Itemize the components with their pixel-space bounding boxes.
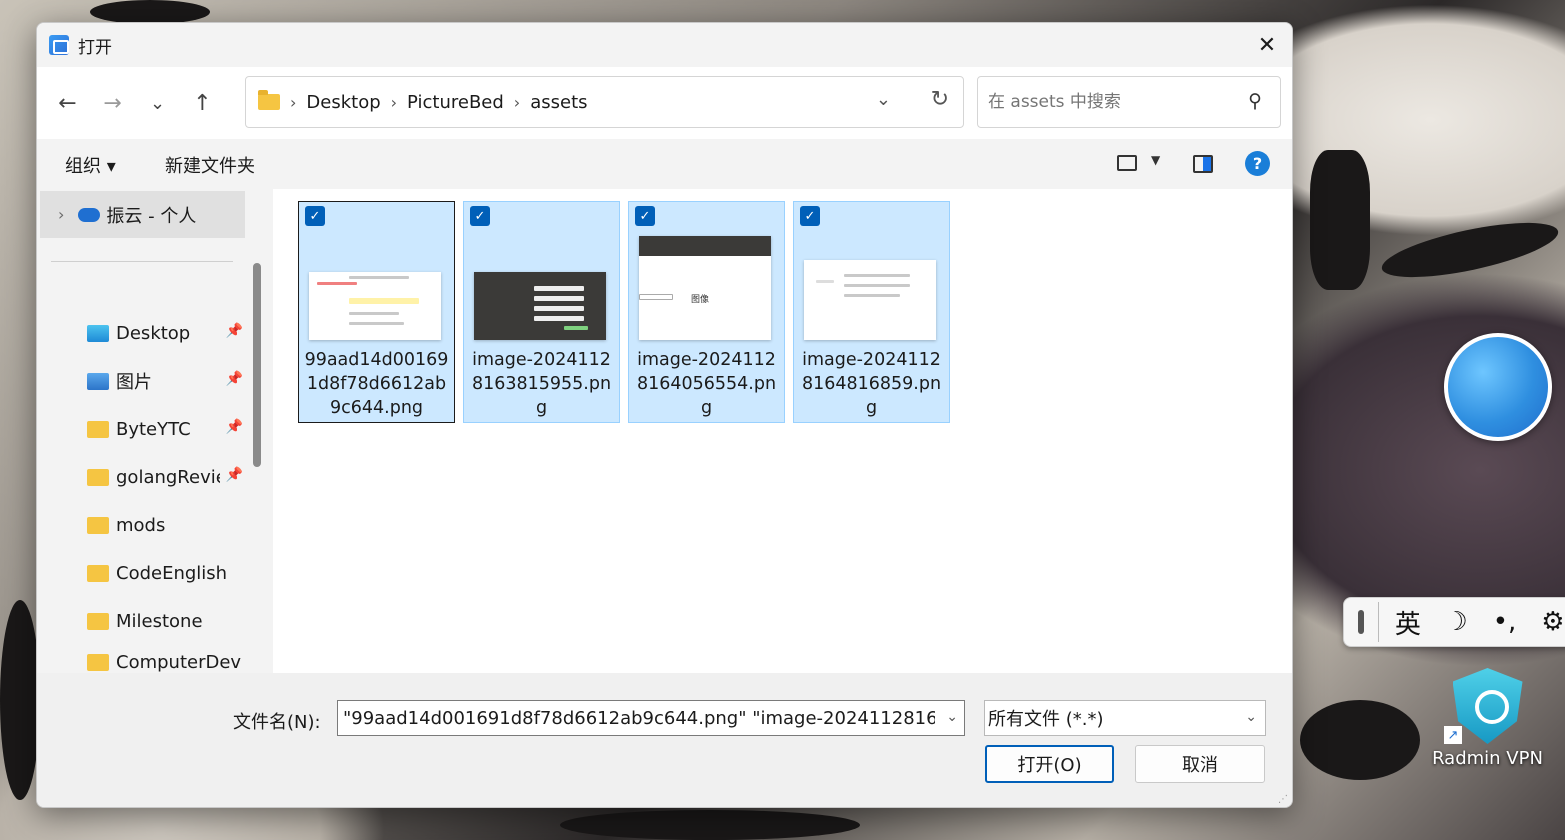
radmin-vpn-icon — [1452, 668, 1523, 744]
breadcrumb-assets[interactable]: assets — [530, 92, 587, 113]
breadcrumb-desktop[interactable]: Desktop — [306, 92, 380, 113]
folder-icon — [87, 612, 109, 630]
resize-grip-icon[interactable]: ⋰ — [1278, 794, 1288, 805]
search-box[interactable]: ⚲ — [977, 76, 1281, 128]
filename-combobox[interactable]: ⌄ — [337, 700, 965, 736]
file-list: ✓ 99aad14d001691d8f78d6612ab9c644.png ✓ … — [273, 189, 1292, 673]
search-icon[interactable]: ⚲ — [1248, 90, 1262, 112]
refresh-icon[interactable]: ↻ — [931, 87, 949, 112]
ime-punctuation-icon[interactable]: •, — [1485, 607, 1523, 637]
sidebar-item-codeenglish[interactable]: CodeEnglish — [87, 555, 247, 591]
navigation-row: ← → ⌄ ↑ › Desktop › PictureBed › assets … — [37, 67, 1292, 139]
chevron-down-icon[interactable]: ⌄ — [876, 89, 891, 110]
shortcut-arrow-icon: ↗ — [1444, 726, 1462, 744]
up-button[interactable]: ↑ — [180, 81, 225, 125]
radmin-vpn-shortcut[interactable]: ↗ Radmin VPN — [1430, 668, 1545, 769]
sidebar-divider — [51, 261, 233, 262]
app-icon — [49, 35, 69, 55]
image-thumbnail — [804, 260, 936, 340]
folder-icon — [87, 653, 109, 671]
thumbnail-caption: 图像 — [691, 295, 710, 305]
checkbox-checked-icon[interactable]: ✓ — [305, 206, 325, 226]
open-button[interactable]: 打开(O) — [985, 745, 1114, 783]
breadcrumb-picturebed[interactable]: PictureBed — [407, 92, 504, 113]
new-folder-button[interactable]: 新建文件夹 — [165, 152, 255, 178]
ime-drag-handle[interactable] — [1358, 610, 1364, 634]
pin-icon: 📌 — [225, 467, 243, 483]
checkbox-checked-icon[interactable]: ✓ — [635, 206, 655, 226]
file-tile[interactable]: ✓ image-20241128164816859.png — [793, 201, 950, 423]
search-input[interactable] — [988, 92, 1228, 112]
ime-language-toggle[interactable]: 英 — [1389, 604, 1427, 641]
title-bar: 打开 ✕ — [37, 23, 1292, 67]
file-tile[interactable]: ✓ 图像 image-20241128164056554.png — [628, 201, 785, 423]
file-tile[interactable]: ✓ image-20241128163815955.png — [463, 201, 620, 423]
chevron-down-icon[interactable]: ⌄ — [1245, 709, 1257, 725]
sidebar-item-onedrive[interactable]: › 振云 - 个人 — [40, 191, 245, 238]
file-name: image-20241128163815955.png — [471, 350, 612, 418]
sidebar-item-computerdevelopment[interactable]: ComputerDevelopment — [87, 651, 247, 673]
sidebar-item-mods[interactable]: mods — [87, 507, 247, 543]
desktop-folder-icon — [87, 324, 109, 342]
ime-settings-icon[interactable]: ⚙ — [1534, 607, 1565, 637]
back-button[interactable]: ← — [45, 81, 90, 125]
folder-icon — [87, 420, 109, 438]
dialog-footer: 文件名(N): ⌄ 所有文件 (*.*) ⌄ 打开(O) 取消 ⋰ — [37, 673, 1292, 807]
ime-moon-icon[interactable]: ☽ — [1437, 607, 1475, 637]
sidebar-item-milestone[interactable]: Milestone — [87, 603, 247, 639]
file-name: 99aad14d001691d8f78d6612ab9c644.png — [304, 350, 449, 418]
file-name: image-20241128164816859.png — [801, 350, 942, 418]
forward-button[interactable]: → — [90, 81, 135, 125]
view-dropdown-icon[interactable]: ▼ — [1151, 153, 1160, 167]
file-name: image-20241128164056554.png — [636, 350, 777, 418]
pin-icon: 📌 — [225, 323, 243, 339]
folder-icon — [87, 564, 109, 582]
filename-input[interactable] — [343, 707, 935, 729]
image-thumbnail — [309, 272, 441, 340]
recent-locations-button[interactable]: ⌄ — [135, 81, 180, 125]
chevron-down-icon[interactable]: ⌄ — [946, 709, 958, 725]
onedrive-cloud-icon — [78, 207, 101, 222]
view-mode-icon[interactable] — [1117, 155, 1137, 171]
pin-icon: 📌 — [225, 371, 243, 387]
preview-pane-icon[interactable] — [1193, 155, 1213, 173]
checkbox-checked-icon[interactable]: ✓ — [800, 206, 820, 226]
folder-icon — [258, 90, 280, 110]
pin-icon: 📌 — [225, 419, 243, 435]
dialog-title: 打开 — [78, 37, 112, 58]
sidebar-item-byteytc[interactable]: ByteYTC 📌 — [87, 411, 247, 447]
sidebar-scrollbar[interactable] — [253, 263, 261, 467]
image-thumbnail — [474, 272, 606, 340]
chevron-right-icon[interactable]: › — [58, 205, 64, 224]
folder-icon — [87, 516, 109, 534]
folder-icon — [87, 468, 109, 486]
pictures-folder-icon — [87, 372, 109, 390]
floating-ball-icon[interactable] — [1444, 333, 1552, 441]
close-button[interactable]: ✕ — [1242, 23, 1292, 67]
radmin-vpn-label: Radmin VPN — [1432, 748, 1543, 769]
file-type-select[interactable]: 所有文件 (*.*) ⌄ — [984, 700, 1266, 736]
navigation-pane: › 振云 - 个人 Desktop 📌 图片 📌 ByteYTC 📌 golan… — [37, 189, 273, 673]
help-icon[interactable]: ? — [1245, 151, 1270, 176]
open-file-dialog: 打开 ✕ ← → ⌄ ↑ › Desktop › PictureBed › as… — [36, 22, 1293, 808]
checkbox-checked-icon[interactable]: ✓ — [470, 206, 490, 226]
sidebar-item-desktop[interactable]: Desktop 📌 — [87, 315, 247, 351]
sidebar-item-pictures[interactable]: 图片 📌 — [87, 363, 247, 399]
address-bar[interactable]: › Desktop › PictureBed › assets ⌄ ↻ — [245, 76, 964, 128]
image-thumbnail: 图像 — [639, 236, 771, 340]
sidebar-item-golangreview[interactable]: golangReview 📌 — [87, 459, 247, 495]
command-bar: 组织 ▾ 新建文件夹 ▼ ? — [37, 139, 1292, 189]
ime-toolbar: 英 ☽ •, ⚙ — [1343, 597, 1565, 647]
file-tile[interactable]: ✓ 99aad14d001691d8f78d6612ab9c644.png — [298, 201, 455, 423]
organize-button[interactable]: 组织 ▾ — [65, 152, 116, 178]
cancel-button[interactable]: 取消 — [1135, 745, 1265, 783]
filename-label: 文件名(N): — [233, 712, 321, 733]
